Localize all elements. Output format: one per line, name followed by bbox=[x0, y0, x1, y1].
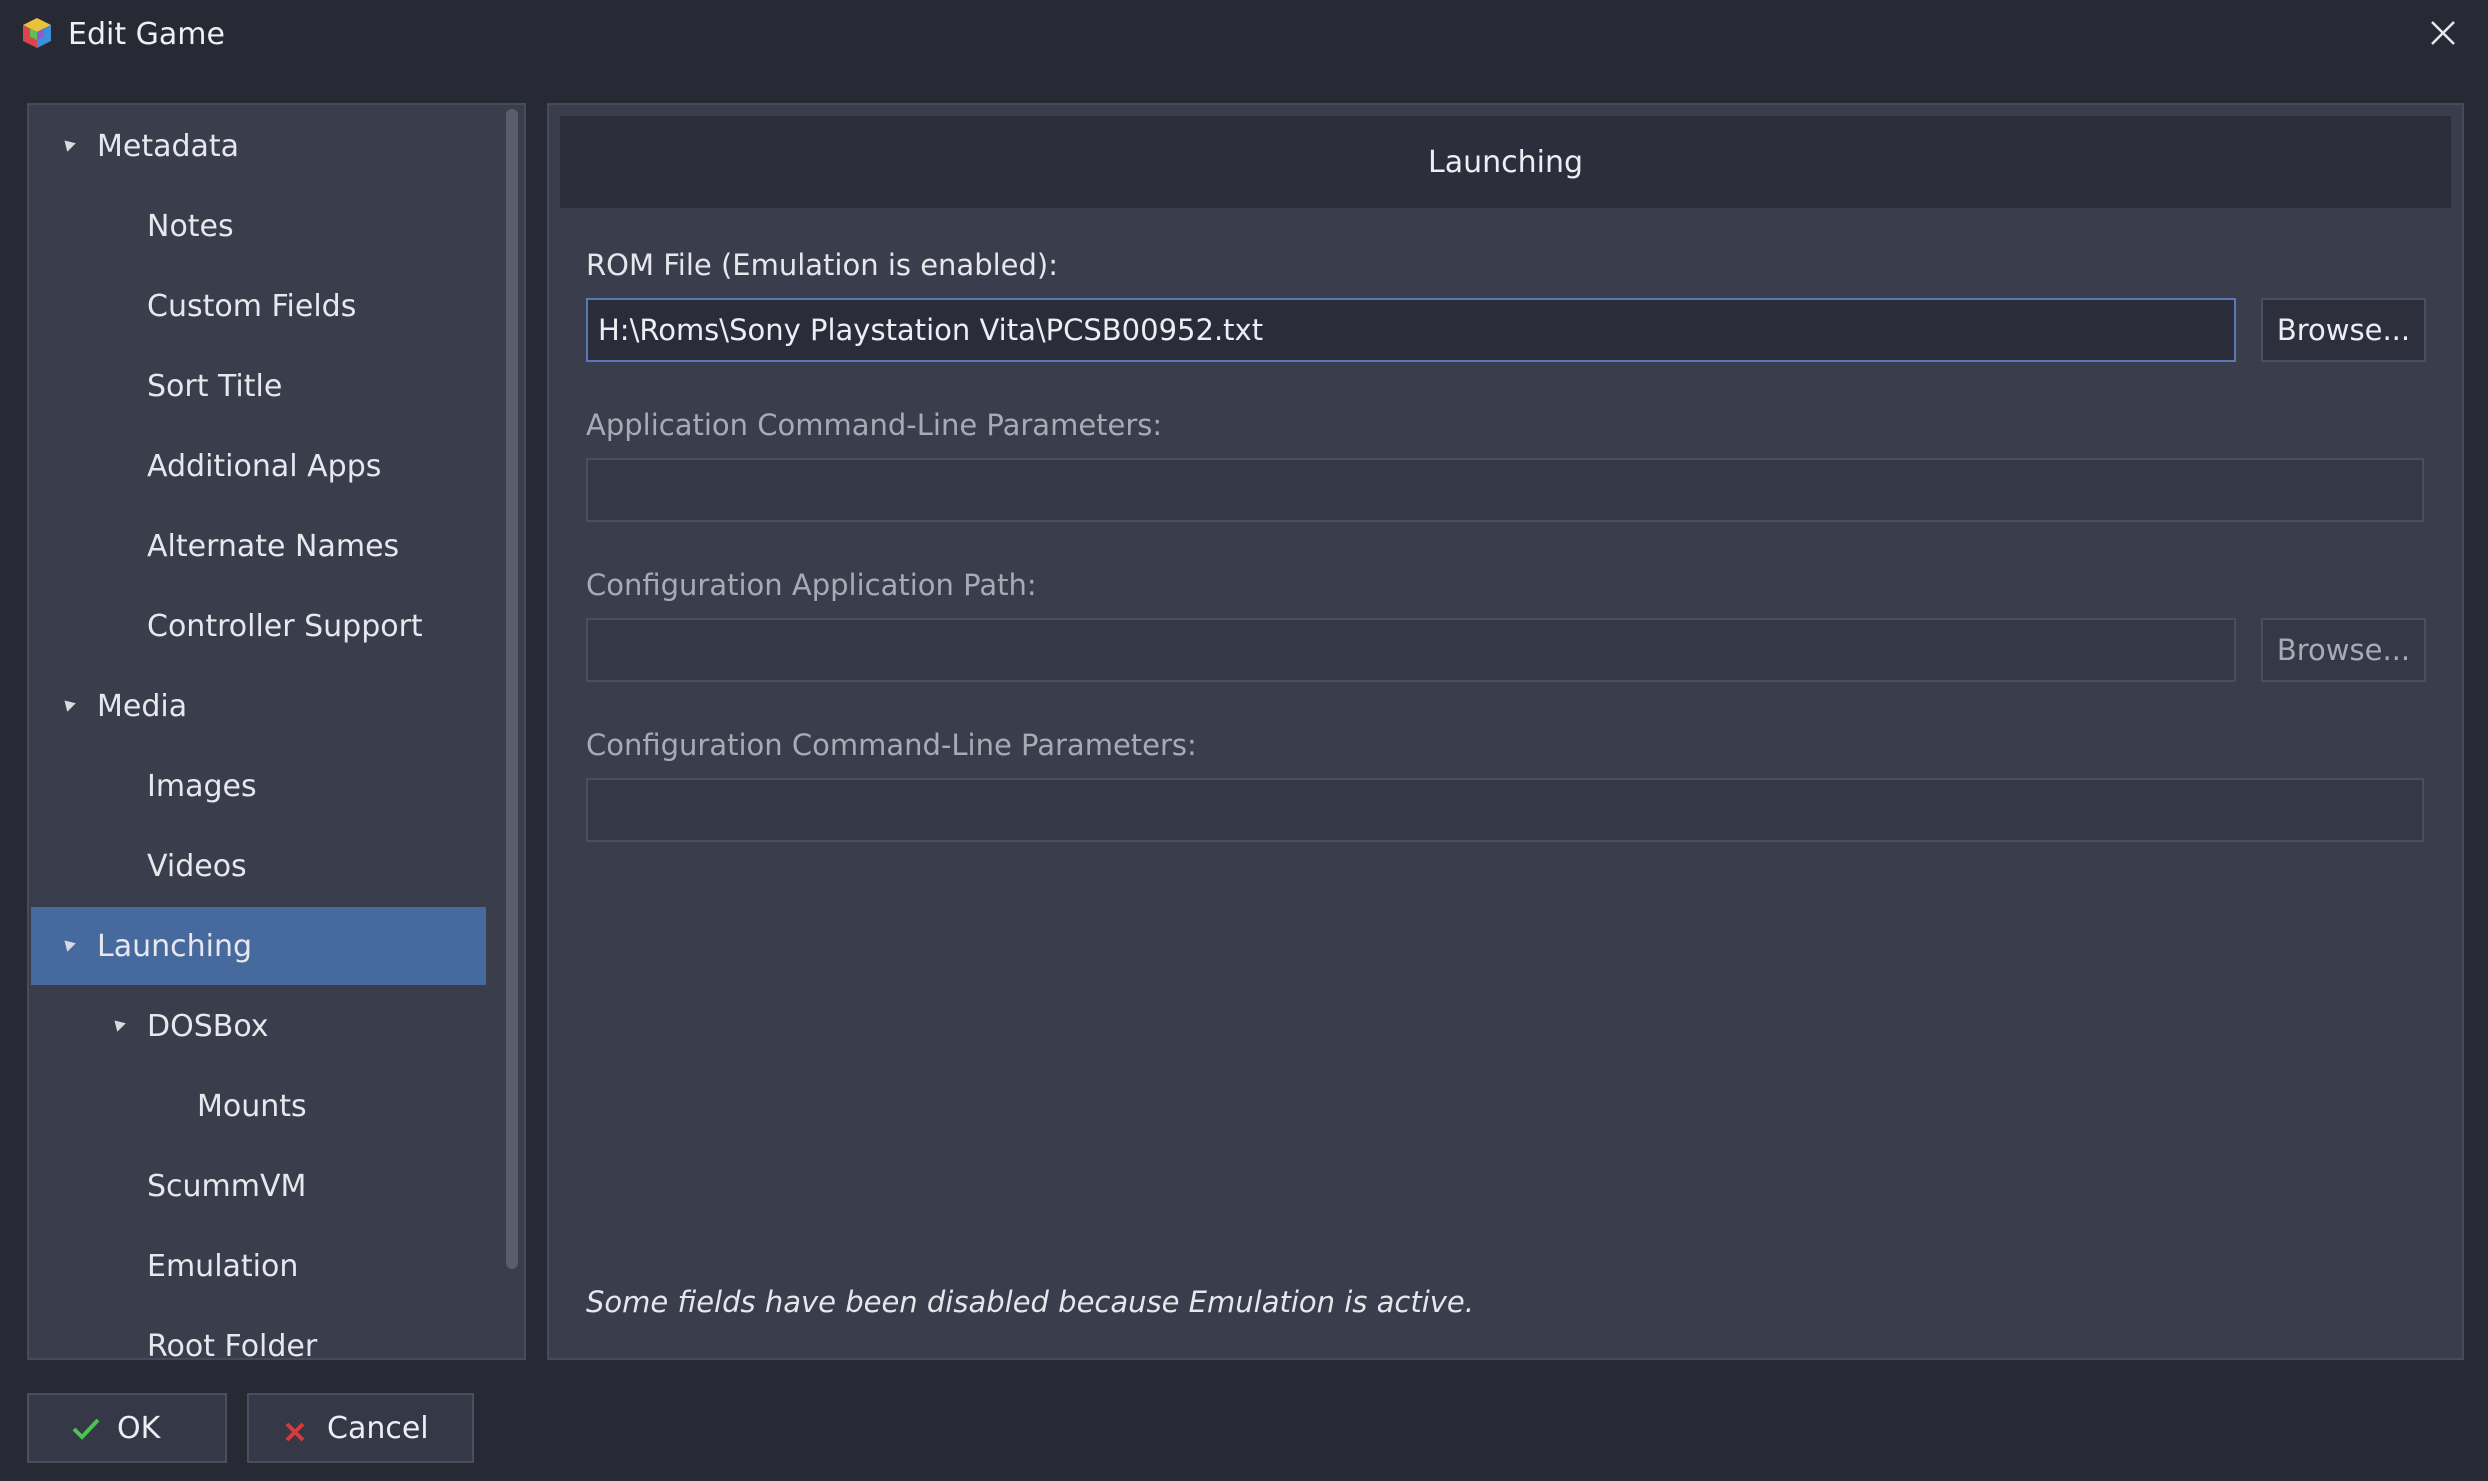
sidebar-item-scummvm[interactable]: ScummVM bbox=[31, 1147, 486, 1225]
sidebar-item-label: Mounts bbox=[197, 1088, 307, 1124]
sidebar-scrollbar[interactable] bbox=[506, 109, 518, 1269]
sidebar-item-custom-fields[interactable]: Custom Fields bbox=[31, 267, 486, 345]
ok-label: OK bbox=[117, 1410, 161, 1446]
cancel-button[interactable]: Cancel bbox=[247, 1393, 474, 1463]
sidebar-item-label: Metadata bbox=[97, 128, 240, 164]
cancel-label: Cancel bbox=[327, 1410, 429, 1446]
config-browse-button[interactable]: Browse... bbox=[2261, 618, 2426, 682]
sidebar-item-mounts[interactable]: Mounts bbox=[31, 1067, 486, 1145]
sidebar-item-root-folder[interactable]: Root Folder bbox=[31, 1307, 486, 1360]
x-mark-icon bbox=[283, 1417, 307, 1452]
config-params-input[interactable] bbox=[586, 778, 2424, 842]
sidebar-item-metadata[interactable]: Metadata bbox=[31, 107, 486, 185]
emulation-note: Some fields have been disabled because E… bbox=[586, 1285, 1474, 1319]
checkmark-icon bbox=[71, 1415, 101, 1450]
sidebar-item-label: Videos bbox=[147, 848, 247, 884]
sidebar-item-label: Controller Support bbox=[147, 608, 423, 644]
sidebar-item-label: Custom Fields bbox=[147, 288, 357, 324]
close-button[interactable] bbox=[2418, 12, 2468, 58]
sidebar-item-label: DOSBox bbox=[147, 1008, 269, 1044]
sidebar-item-controller-support[interactable]: Controller Support bbox=[31, 587, 486, 665]
app-params-input[interactable] bbox=[586, 458, 2424, 522]
sidebar-item-launching[interactable]: Launching bbox=[31, 907, 486, 985]
rom-browse-button[interactable]: Browse... bbox=[2261, 298, 2426, 362]
sidebar-item-images[interactable]: Images bbox=[31, 747, 486, 825]
rom-file-label: ROM File (Emulation is enabled): bbox=[586, 248, 1059, 282]
window-title: Edit Game bbox=[68, 17, 225, 52]
rom-file-input[interactable]: H:\Roms\Sony Playstation Vita\PCSB00952.… bbox=[586, 298, 2236, 362]
app-params-label: Application Command-Line Parameters: bbox=[586, 408, 1163, 442]
sidebar-item-label: Root Folder bbox=[147, 1328, 318, 1360]
launchbox-cube-icon bbox=[20, 16, 54, 50]
sidebar-item-label: Alternate Names bbox=[147, 528, 400, 564]
sidebar-item-label: Sort Title bbox=[147, 368, 283, 404]
sidebar-item-label: Images bbox=[147, 768, 257, 804]
sidebar-item-label: Launching bbox=[97, 928, 253, 964]
sidebar-item-notes[interactable]: Notes bbox=[31, 187, 486, 265]
sidebar-item-alternate-names[interactable]: Alternate Names bbox=[31, 507, 486, 585]
close-icon bbox=[2429, 19, 2457, 51]
ok-button[interactable]: OK bbox=[27, 1393, 227, 1463]
expand-arrow-icon[interactable] bbox=[60, 936, 76, 952]
sidebar-item-media[interactable]: Media bbox=[31, 667, 486, 745]
panel-header: Launching bbox=[560, 116, 2451, 208]
expand-arrow-icon[interactable] bbox=[60, 136, 76, 152]
title-bar: Edit Game bbox=[0, 0, 2488, 72]
sidebar-item-label: Notes bbox=[147, 208, 234, 244]
rom-file-value: H:\Roms\Sony Playstation Vita\PCSB00952.… bbox=[598, 313, 1264, 347]
sidebar-item-dosbox[interactable]: DOSBox bbox=[31, 987, 486, 1065]
sidebar-item-additional-apps[interactable]: Additional Apps bbox=[31, 427, 486, 505]
expand-arrow-icon[interactable] bbox=[60, 696, 76, 712]
config-path-input[interactable] bbox=[586, 618, 2236, 682]
sidebar-item-label: Emulation bbox=[147, 1248, 299, 1284]
sidebar-item-videos[interactable]: Videos bbox=[31, 827, 486, 905]
sidebar-item-label: ScummVM bbox=[147, 1168, 307, 1204]
config-path-label: Configuration Application Path: bbox=[586, 568, 1037, 602]
sidebar-item-emulation[interactable]: Emulation bbox=[31, 1227, 486, 1305]
expand-arrow-icon[interactable] bbox=[110, 1016, 126, 1032]
config-params-label: Configuration Command-Line Parameters: bbox=[586, 728, 1197, 762]
sidebar-item-sort-title[interactable]: Sort Title bbox=[31, 347, 486, 425]
launching-panel: Launching ROM File (Emulation is enabled… bbox=[547, 103, 2464, 1360]
sidebar-item-label: Media bbox=[97, 688, 188, 724]
sidebar-item-label: Additional Apps bbox=[147, 448, 382, 484]
sidebar-tree: Metadata Notes Custom Fields Sort Title Addi… bbox=[27, 103, 526, 1360]
